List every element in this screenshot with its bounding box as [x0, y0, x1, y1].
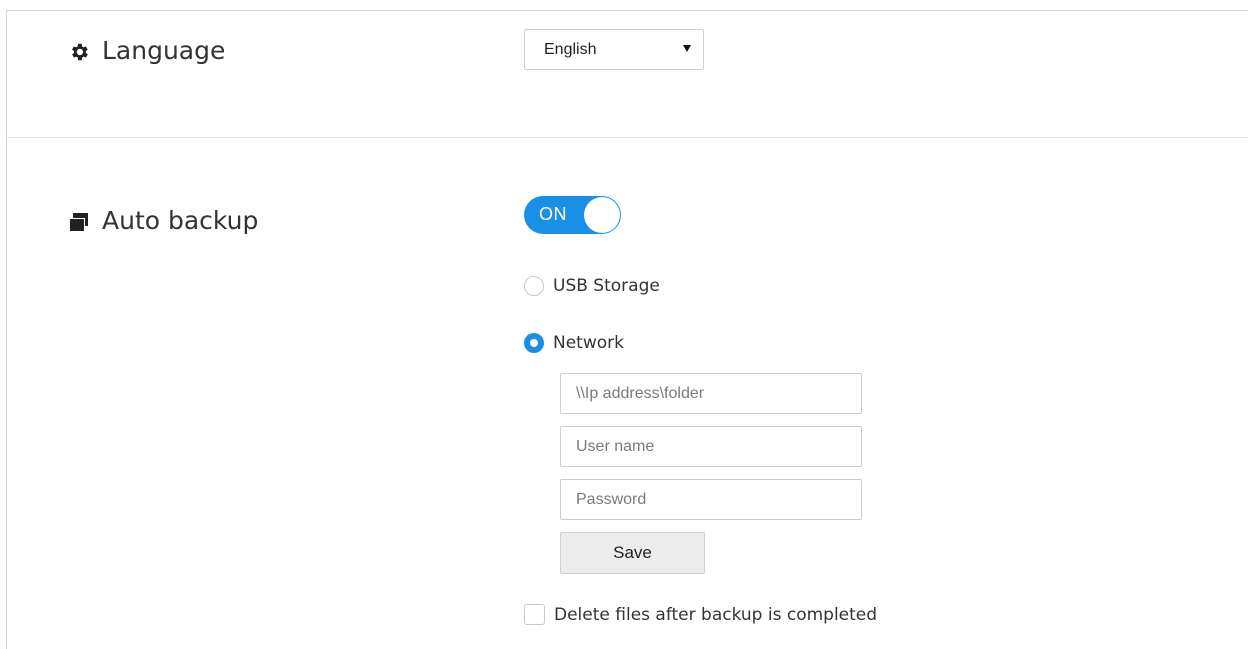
network-option[interactable]: Network	[524, 333, 624, 353]
delete-after-backup-label: Delete files after backup is completed	[554, 604, 878, 625]
gear-icon	[68, 40, 90, 62]
language-selected-value: English	[544, 40, 597, 58]
window-icon	[68, 210, 90, 232]
auto-backup-toggle[interactable]: ON	[524, 196, 621, 234]
language-select[interactable]: English	[524, 29, 704, 70]
usb-storage-option[interactable]: USB Storage	[524, 276, 660, 296]
toggle-knob	[584, 197, 620, 233]
auto-backup-title: Auto backup	[102, 206, 259, 235]
username-input[interactable]	[560, 426, 862, 467]
network-radio[interactable]	[524, 333, 544, 353]
section-divider	[6, 137, 1248, 138]
panel-left-border	[6, 10, 7, 649]
password-input[interactable]	[560, 479, 862, 520]
panel-top-border	[6, 10, 1248, 11]
usb-storage-label: USB Storage	[553, 276, 660, 296]
toggle-label: ON	[539, 204, 567, 224]
save-button[interactable]: Save	[560, 532, 705, 574]
delete-after-backup-checkbox[interactable]	[524, 604, 545, 625]
chevron-down-icon	[683, 45, 691, 52]
auto-backup-heading: Auto backup	[68, 206, 258, 235]
delete-after-backup-option[interactable]: Delete files after backup is completed	[524, 604, 877, 625]
network-label: Network	[553, 333, 624, 353]
language-title: Language	[102, 36, 226, 65]
settings-panel: Language English Auto backup ON USB Stor…	[0, 0, 1248, 649]
usb-storage-radio[interactable]	[524, 276, 544, 296]
language-heading: Language	[68, 36, 225, 65]
ip-folder-input[interactable]	[560, 373, 862, 414]
